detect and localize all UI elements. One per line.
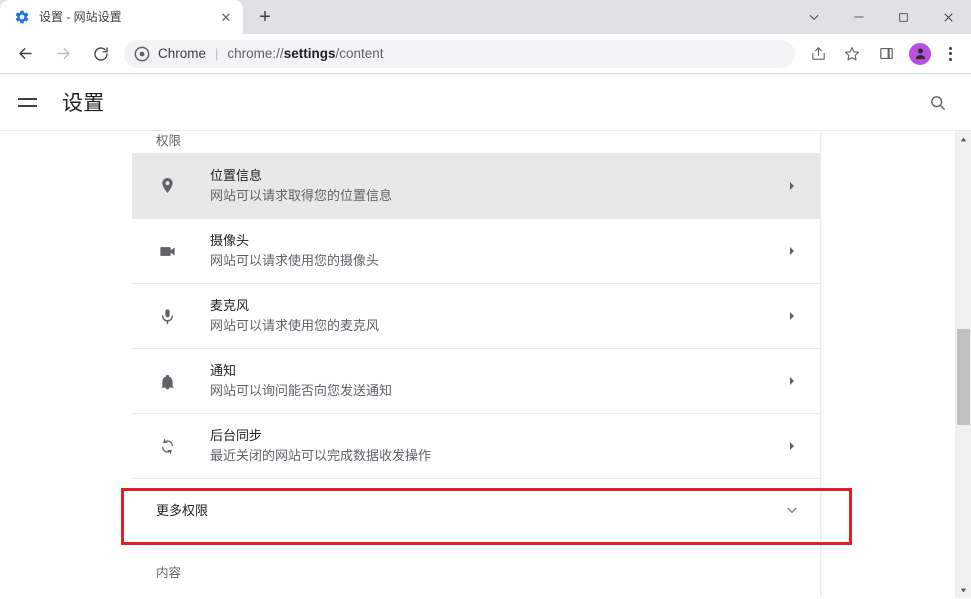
row-text: 摄像头 网站可以请求使用您的摄像头 bbox=[210, 231, 784, 271]
row-description: 最近关闭的网站可以完成数据收发操作 bbox=[210, 448, 432, 463]
more-permissions-expander[interactable]: 更多权限 bbox=[132, 478, 820, 540]
share-icon[interactable] bbox=[805, 41, 831, 67]
reload-button-icon[interactable] bbox=[87, 40, 115, 68]
bell-icon bbox=[156, 372, 178, 391]
settings-row-background-sync[interactable]: 后台同步 最近关闭的网站可以完成数据收发操作 bbox=[132, 413, 820, 478]
more-permissions-label: 更多权限 bbox=[156, 503, 209, 518]
new-tab-button[interactable]: + bbox=[251, 3, 279, 31]
close-icon[interactable]: ✕ bbox=[217, 8, 235, 26]
row-description: 网站可以请求使用您的麦克风 bbox=[210, 318, 380, 333]
video-camera-icon bbox=[156, 242, 178, 261]
gear-icon bbox=[14, 9, 30, 25]
settings-row-location[interactable]: 位置信息 网站可以请求取得您的位置信息 bbox=[132, 153, 820, 218]
url-highlight: settings bbox=[283, 46, 336, 61]
page-left-gutter bbox=[0, 131, 132, 598]
row-title: 麦克风 bbox=[210, 298, 250, 313]
browser-tab-settings[interactable]: 设置 - 网站设置 ✕ bbox=[0, 0, 243, 34]
section-header-content: 内容 bbox=[156, 565, 182, 580]
chevron-right-icon[interactable] bbox=[784, 180, 800, 192]
chevron-right-icon[interactable] bbox=[784, 310, 800, 322]
row-text: 通知 网站可以询问能否向您发送通知 bbox=[210, 361, 784, 401]
minimize-button[interactable] bbox=[836, 0, 881, 34]
omnibox-url: chrome://settings/content bbox=[227, 46, 383, 61]
chrome-logo-icon bbox=[134, 46, 150, 62]
menu-dot bbox=[948, 52, 952, 55]
omnibox-site-label: Chrome bbox=[158, 46, 207, 61]
browser-window: 设置 - 网站设置 ✕ + Chrome | chrome://settings… bbox=[0, 0, 971, 599]
settings-row-camera[interactable]: 摄像头 网站可以请求使用您的摄像头 bbox=[132, 218, 820, 283]
forward-button-icon[interactable] bbox=[49, 40, 77, 68]
back-button-icon[interactable] bbox=[11, 40, 39, 68]
settings-row-microphone[interactable]: 麦克风 网站可以请求使用您的麦克风 bbox=[132, 283, 820, 348]
chevron-right-icon[interactable] bbox=[784, 245, 800, 257]
hamburger-menu-icon[interactable] bbox=[18, 89, 44, 115]
sync-icon bbox=[156, 437, 178, 456]
chevron-right-icon[interactable] bbox=[784, 375, 800, 387]
section-header-permissions: 权限 bbox=[156, 134, 182, 148]
close-window-button[interactable] bbox=[926, 0, 971, 34]
window-controls bbox=[791, 0, 971, 34]
row-title: 位置信息 bbox=[210, 167, 263, 183]
star-icon[interactable] bbox=[839, 41, 865, 67]
vertical-scrollbar[interactable] bbox=[955, 131, 971, 598]
row-description: 网站可以请求使用您的摄像头 bbox=[210, 253, 380, 268]
menu-dot bbox=[948, 46, 952, 50]
row-title: 摄像头 bbox=[210, 233, 250, 248]
chevron-right-icon[interactable] bbox=[784, 440, 800, 452]
menu-dot bbox=[948, 57, 952, 61]
url-prefix: chrome:// bbox=[227, 46, 284, 61]
side-panel-icon[interactable] bbox=[873, 41, 899, 67]
profile-avatar[interactable] bbox=[909, 42, 931, 65]
maximize-button[interactable] bbox=[881, 0, 926, 34]
row-description: 网站可以请求取得您的位置信息 bbox=[210, 187, 393, 203]
row-title: 后台同步 bbox=[210, 428, 263, 443]
page-title: 设置 bbox=[62, 92, 105, 115]
location-pin-icon bbox=[156, 176, 178, 195]
url-suffix: /content bbox=[335, 46, 384, 61]
microphone-icon bbox=[156, 307, 178, 326]
omnibox-separator: | bbox=[215, 46, 219, 61]
search-icon[interactable] bbox=[925, 90, 949, 114]
chevron-down-icon[interactable] bbox=[784, 502, 800, 518]
row-text: 位置信息 网站可以请求取得您的位置信息 bbox=[210, 166, 784, 206]
settings-content-scroll-area[interactable]: 权限 位置信息 网站可以请求取得您的位置信息 摄像头 网站可以请求使用您的摄像头… bbox=[0, 130, 971, 598]
tab-title: 设置 - 网站设置 bbox=[39, 10, 122, 24]
three-dot-menu-icon[interactable] bbox=[939, 41, 961, 67]
address-bar[interactable]: Chrome | chrome://settings/content bbox=[124, 39, 795, 68]
row-text: 后台同步 最近关闭的网站可以完成数据收发操作 bbox=[210, 426, 784, 466]
scrollbar-thumb[interactable] bbox=[957, 329, 970, 425]
settings-page: 设置 权限 位置信息 网站可以请求取得您的位置信息 摄像头 网站可以请求使用您的… bbox=[0, 74, 971, 598]
row-text: 麦克风 网站可以请求使用您的麦克风 bbox=[210, 296, 784, 336]
tab-search-icon[interactable] bbox=[791, 0, 836, 34]
row-description: 网站可以询问能否向您发送通知 bbox=[210, 383, 393, 398]
settings-header: 设置 bbox=[0, 74, 971, 130]
browser-toolbar: Chrome | chrome://settings/content bbox=[0, 34, 971, 74]
row-title: 通知 bbox=[210, 363, 237, 378]
settings-row-notifications[interactable]: 通知 网站可以询问能否向您发送通知 bbox=[132, 348, 820, 413]
hamburger-line bbox=[18, 97, 37, 100]
scroll-up-arrow-icon[interactable] bbox=[956, 131, 971, 147]
scroll-down-arrow-icon[interactable] bbox=[956, 582, 971, 598]
site-settings-card: 权限 位置信息 网站可以请求取得您的位置信息 摄像头 网站可以请求使用您的摄像头… bbox=[132, 131, 820, 598]
tab-strip: 设置 - 网站设置 ✕ + bbox=[0, 0, 971, 34]
hamburger-line bbox=[18, 104, 37, 107]
